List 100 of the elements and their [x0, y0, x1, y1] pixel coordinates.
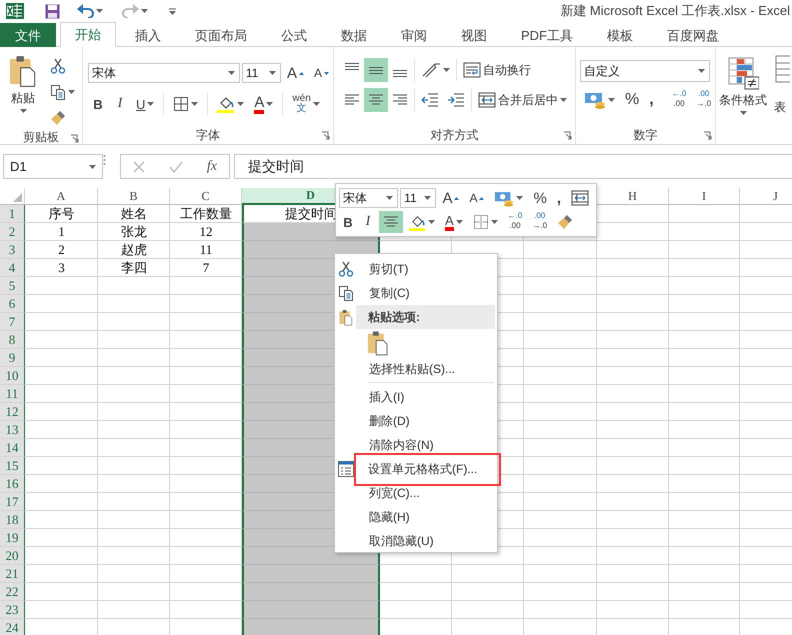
- wrap-text-button[interactable]: 自动换行: [459, 59, 535, 81]
- row-header[interactable]: 6: [0, 295, 25, 313]
- ribbon-tab[interactable]: 模板: [592, 23, 648, 47]
- ribbon-tab[interactable]: 开始: [60, 22, 116, 47]
- undo-button[interactable]: [76, 3, 104, 19]
- font-size-field[interactable]: 11: [400, 188, 436, 208]
- row-header[interactable]: 1: [0, 205, 25, 223]
- file-tab[interactable]: 文件: [0, 23, 56, 47]
- ribbon-tab[interactable]: PDF工具: [506, 23, 588, 47]
- percent-button[interactable]: %: [529, 187, 551, 209]
- decrease-decimal-button[interactable]: .00 →.0: [692, 89, 716, 111]
- row-header[interactable]: 17: [0, 493, 25, 511]
- percent-button[interactable]: %: [621, 89, 644, 111]
- row-header[interactable]: 20: [0, 547, 25, 565]
- conditional-formatting-button[interactable]: 条件格式: [716, 55, 770, 144]
- caret-icon: [312, 102, 320, 106]
- ribbon-tab[interactable]: 公式: [266, 23, 322, 47]
- comma-button[interactable]: ,: [552, 187, 565, 209]
- menu-item[interactable]: 设置单元格格式(F)...: [354, 452, 501, 486]
- align-button[interactable]: [364, 58, 388, 82]
- ribbon-tab[interactable]: 视图: [446, 23, 502, 47]
- row-header[interactable]: 15: [0, 457, 25, 475]
- undo-icon: [77, 4, 94, 18]
- row-header[interactable]: 3: [0, 241, 25, 259]
- row-header[interactable]: 4: [0, 259, 25, 277]
- font-name-field[interactable]: 宋体: [339, 188, 398, 208]
- dropdown-icon: [169, 8, 176, 14]
- select-all-icon: [13, 193, 22, 202]
- table-cell-text: 12: [198, 223, 214, 241]
- row-header[interactable]: 22: [0, 583, 25, 601]
- caret-icon: [456, 220, 463, 224]
- increase-decimal-button[interactable]: ←.0 .00: [504, 211, 526, 233]
- menu-item[interactable]: 选择性粘贴(S)...: [356, 357, 497, 381]
- name-box[interactable]: D1: [3, 154, 103, 179]
- row-header[interactable]: 21: [0, 565, 25, 583]
- row-header[interactable]: 2: [0, 223, 25, 241]
- table-cell-text: 7: [202, 259, 210, 277]
- number-format-field[interactable]: 自定义: [580, 60, 710, 82]
- underline-button[interactable]: U: [132, 93, 158, 115]
- row-header[interactable]: 9: [0, 349, 25, 367]
- menu-item[interactable]: 插入(I): [356, 385, 497, 409]
- ribbon-tab[interactable]: 插入: [120, 23, 176, 47]
- row-header[interactable]: 12: [0, 403, 25, 421]
- row-header[interactable]: 24: [0, 619, 25, 635]
- align-lines-icon: [344, 63, 360, 70]
- menu-item[interactable]: 删除(D): [356, 409, 497, 433]
- font-color-button[interactable]: A: [250, 93, 278, 115]
- dialog-launcher-icon: [321, 131, 330, 140]
- format-cells-icon: [338, 461, 354, 477]
- row-header[interactable]: 11: [0, 385, 25, 403]
- row-header[interactable]: 18: [0, 511, 25, 529]
- comma-button[interactable]: ,: [645, 89, 658, 111]
- customize-toolbar-button[interactable]: [168, 6, 177, 16]
- row-header[interactable]: 7: [0, 313, 25, 331]
- menu-item[interactable]: 取消隐藏(U): [356, 529, 497, 553]
- ribbon-button-label[interactable]: 表: [774, 99, 786, 116]
- table-cell-text: 张龙: [120, 223, 148, 241]
- formula-field[interactable]: 提交时间: [234, 154, 792, 179]
- font-size-field[interactable]: 11: [242, 63, 281, 83]
- grow-font-button[interactable]: A: [282, 62, 308, 84]
- row-header[interactable]: 14: [0, 439, 25, 457]
- ribbon-tab[interactable]: 页面布局: [180, 23, 262, 47]
- font-color-button[interactable]: A: [441, 211, 467, 233]
- decrease-decimal-button[interactable]: .00 →.0: [528, 211, 552, 233]
- row-header[interactable]: 16: [0, 475, 25, 493]
- row-header[interactable]: 5: [0, 277, 25, 295]
- copy-icon: [50, 84, 66, 100]
- align-button[interactable]: [364, 88, 388, 112]
- italic-button[interactable]: I: [110, 93, 130, 115]
- ribbon-tab[interactable]: 数据: [326, 23, 382, 47]
- paint-bucket-icon: [409, 214, 426, 230]
- ribbon-tab[interactable]: 审阅: [386, 23, 442, 47]
- clipboard-icon: [9, 54, 37, 88]
- row-header[interactable]: 10: [0, 367, 25, 385]
- redo-button[interactable]: [121, 3, 149, 19]
- row-header[interactable]: 8: [0, 331, 25, 349]
- caret-icon: [266, 102, 274, 106]
- shrink-font-button[interactable]: A: [465, 187, 488, 209]
- row-header[interactable]: 23: [0, 601, 25, 619]
- menu-item[interactable]: 复制(C): [356, 281, 497, 305]
- bold-button[interactable]: B: [88, 93, 108, 115]
- ribbon-tab[interactable]: 百度网盘: [652, 23, 734, 47]
- merge-center-button[interactable]: 合并后居中: [474, 89, 571, 111]
- menu-section-header: 粘贴选项:: [356, 305, 495, 329]
- row-header[interactable]: 19: [0, 529, 25, 547]
- phonetic-button[interactable]: wén 文: [288, 93, 324, 115]
- paste-option-button[interactable]: [366, 329, 390, 357]
- font-name-field[interactable]: 宋体: [88, 63, 240, 83]
- caret-icon: [424, 196, 432, 200]
- grow-font-button[interactable]: A: [438, 187, 464, 209]
- menu-item[interactable]: 隐藏(H): [356, 505, 497, 529]
- save-button[interactable]: [44, 2, 61, 20]
- increase-decimal-button[interactable]: ←.0 .00: [668, 89, 690, 111]
- paste-button[interactable]: 粘贴: [6, 53, 40, 129]
- row-header[interactable]: 13: [0, 421, 25, 439]
- shrink-font-button[interactable]: A: [310, 62, 333, 84]
- caret-icon: [740, 111, 746, 115]
- menu-item[interactable]: 剪切(T): [356, 257, 497, 281]
- center-button[interactable]: [379, 211, 403, 233]
- insert-function-button[interactable]: fx: [206, 158, 218, 176]
